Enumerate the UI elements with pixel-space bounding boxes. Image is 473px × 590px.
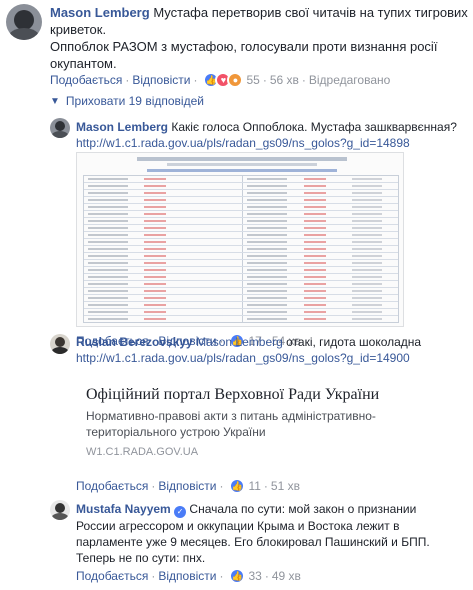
reply-text: Какіє голоса Оппоблока. Мустафа зашкварв…	[171, 120, 457, 134]
reactions[interactable]: 👍 11	[229, 478, 261, 494]
avatar[interactable]	[50, 334, 70, 354]
attached-image[interactable]	[76, 152, 404, 327]
reply-author[interactable]: Mustafa Nayyem	[76, 502, 171, 516]
reply-actions: Подобається · Відповісти · 👍 33 · 49 хв	[76, 568, 301, 584]
preview-domain: W1.C1.RADA.GOV.UA	[86, 446, 199, 458]
chevron-down-icon: ▼	[50, 95, 60, 107]
verified-badge-icon: ✓	[174, 506, 187, 518]
timestamp[interactable]: 51 хв	[271, 479, 300, 493]
comment-text-line: окупантом.	[50, 56, 117, 71]
like-button[interactable]: Подобається	[50, 73, 122, 87]
edited-label: Відредаговано	[308, 73, 391, 87]
comment-actions: Подобається · Відповісти · 👍 ♥ ● 55 · 56…	[50, 72, 391, 88]
link-preview[interactable]: Офіційний портал Верховної Ради України …	[76, 374, 416, 464]
comment-body: Mason Lemberg Мустафа перетворив свої чи…	[50, 4, 470, 72]
comment-text-line: Оппоблок РАЗОМ з мустафою, голосували пр…	[50, 39, 438, 54]
reply-text-line: парламенте уже 9 месяцев. Его блокировал…	[76, 535, 430, 549]
avatar[interactable]	[50, 500, 70, 520]
timestamp[interactable]: 49 хв	[272, 569, 301, 583]
preview-description-line: територіального устрою України	[86, 425, 266, 439]
reply-link[interactable]: http://w1.c1.rada.gov.ua/pls/radan_gs09/…	[76, 351, 410, 365]
hide-replies-label: Приховати 19 відповідей	[65, 94, 204, 108]
reactions[interactable]: 👍 33	[229, 568, 262, 584]
reaction-count: 11	[248, 479, 261, 493]
comment-text-line: криветок.	[50, 22, 107, 37]
reply-text-line: России агрессором и оккупации Крыма и Во…	[76, 519, 400, 533]
reply-body: Ruslan Berezovskyy Mason Lemberg отакі, …	[76, 334, 471, 366]
like-button[interactable]: Подобається	[76, 569, 148, 583]
reactions[interactable]: 👍 ♥ ● 55	[203, 72, 260, 88]
reply-actions: Подобається · Відповісти · 👍 11 · 51 хв	[76, 478, 300, 494]
avatar[interactable]	[6, 4, 42, 40]
timestamp[interactable]: 56 хв	[270, 73, 299, 87]
reply-link[interactable]: http://w1.c1.rada.gov.ua/pls/radan_gs09/…	[76, 136, 410, 150]
mention-link[interactable]: Mason Lemberg	[196, 335, 283, 349]
reply-text-line: Теперь не по сути: пнх.	[76, 551, 206, 565]
reply-button[interactable]: Відповісти	[158, 479, 216, 493]
preview-description-line: Нормативно-правові акти з питань адмініс…	[86, 409, 376, 423]
reply-text-line: Сначала по сути: мой закон о признании	[189, 502, 417, 516]
reply-button[interactable]: Відповісти	[132, 73, 190, 87]
reply-author[interactable]: Mason Lemberg	[76, 120, 168, 134]
preview-description: Нормативно-правові акти з питань адмініс…	[86, 408, 376, 440]
preview-title: Офіційний портал Верховної Ради України	[86, 386, 380, 403]
reply-button[interactable]: Відповісти	[158, 569, 216, 583]
like-button[interactable]: Подобається	[76, 479, 148, 493]
like-reaction-icon: 👍	[229, 478, 246, 494]
reply-body: Mason Lemberg Какіє голоса Оппоблока. Му…	[76, 119, 471, 151]
angry-reaction-icon: ●	[227, 72, 244, 88]
like-reaction-icon: 👍	[229, 568, 246, 584]
reply-text: отакі, гидота шоколадна	[286, 335, 422, 349]
reaction-count: 55	[246, 73, 260, 87]
comment-author[interactable]: Mason Lemberg	[50, 5, 150, 20]
comment-text-line: Мустафа перетворив свої читачів на тупих…	[153, 5, 468, 20]
reply-author[interactable]: Ruslan Berezovskyy	[76, 335, 193, 349]
hide-replies-toggle[interactable]: ▼ Приховати 19 відповідей	[50, 94, 204, 108]
avatar[interactable]	[50, 118, 70, 138]
reaction-count: 33	[248, 569, 262, 583]
reply-body: Mustafa Nayyem ✓ Сначала по сути: мой за…	[76, 501, 471, 566]
table-grid	[83, 175, 399, 323]
